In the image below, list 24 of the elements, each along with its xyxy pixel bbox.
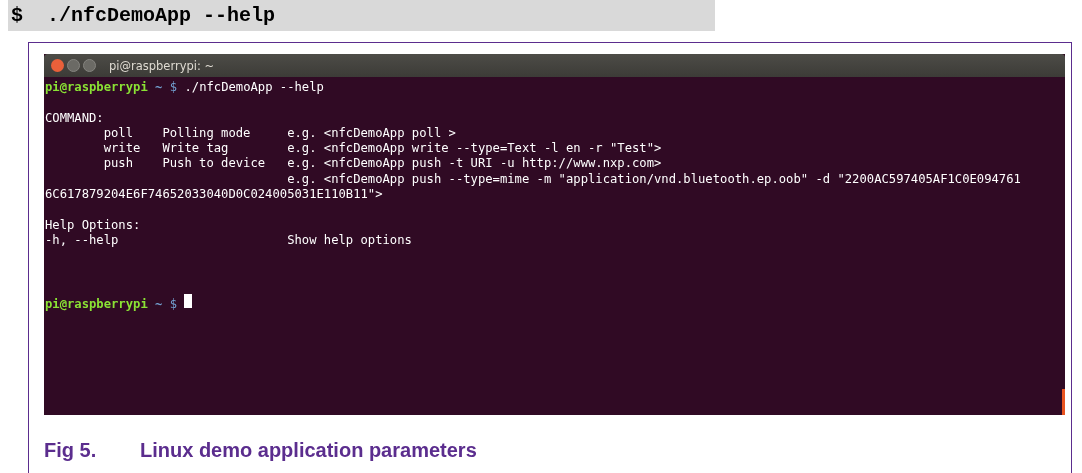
terminal-output: -h, --help Show help options — [45, 232, 412, 247]
figure-caption: Linux demo application parameters — [140, 439, 477, 462]
window-title: pi@raspberrypi: ~ — [109, 58, 215, 73]
terminal-command: ./nfcDemoApp --help — [184, 80, 324, 94]
terminal-output: Help Options: — [45, 217, 141, 232]
code-command: $ ./nfcDemoApp --help — [11, 4, 276, 27]
figure-number: Fig 5. — [44, 439, 98, 462]
prompt-symbol: $ — [169, 297, 178, 312]
prompt-user: pi@raspberrypi — [45, 80, 148, 94]
scrollbar-marker — [1062, 389, 1065, 415]
maximize-icon[interactable] — [83, 59, 96, 72]
terminal-output: write Write tag e.g. <nfcDemoApp write --type=Text -l en -r "Test"> — [102, 141, 662, 156]
terminal-output: 6C617879204E6F74652033040D0C024005031E110B11"> — [45, 187, 383, 202]
close-icon[interactable] — [51, 59, 64, 72]
terminal-output: push Push to device e.g. <nfcDemoApp push -t URI -u http://www.nxp.com> — [102, 156, 662, 171]
text-cursor — [184, 294, 193, 309]
prompt-symbol: $ — [169, 80, 178, 94]
terminal-output: e.g. <nfcDemoApp push --type=mime -m "application/vnd.bluetooth.ep.oob" -d "2200AC597405AF1C0E094761 — [286, 171, 1021, 186]
terminal-output: poll Polling mode e.g. <nfcDemoApp poll > — [102, 125, 456, 140]
terminal-output: COMMAND: — [45, 110, 104, 125]
minimize-icon[interactable] — [67, 59, 80, 72]
prompt-path: ~ — [155, 80, 163, 94]
prompt-user: pi@raspberrypi — [45, 297, 148, 312]
prompt-path: ~ — [155, 297, 163, 312]
